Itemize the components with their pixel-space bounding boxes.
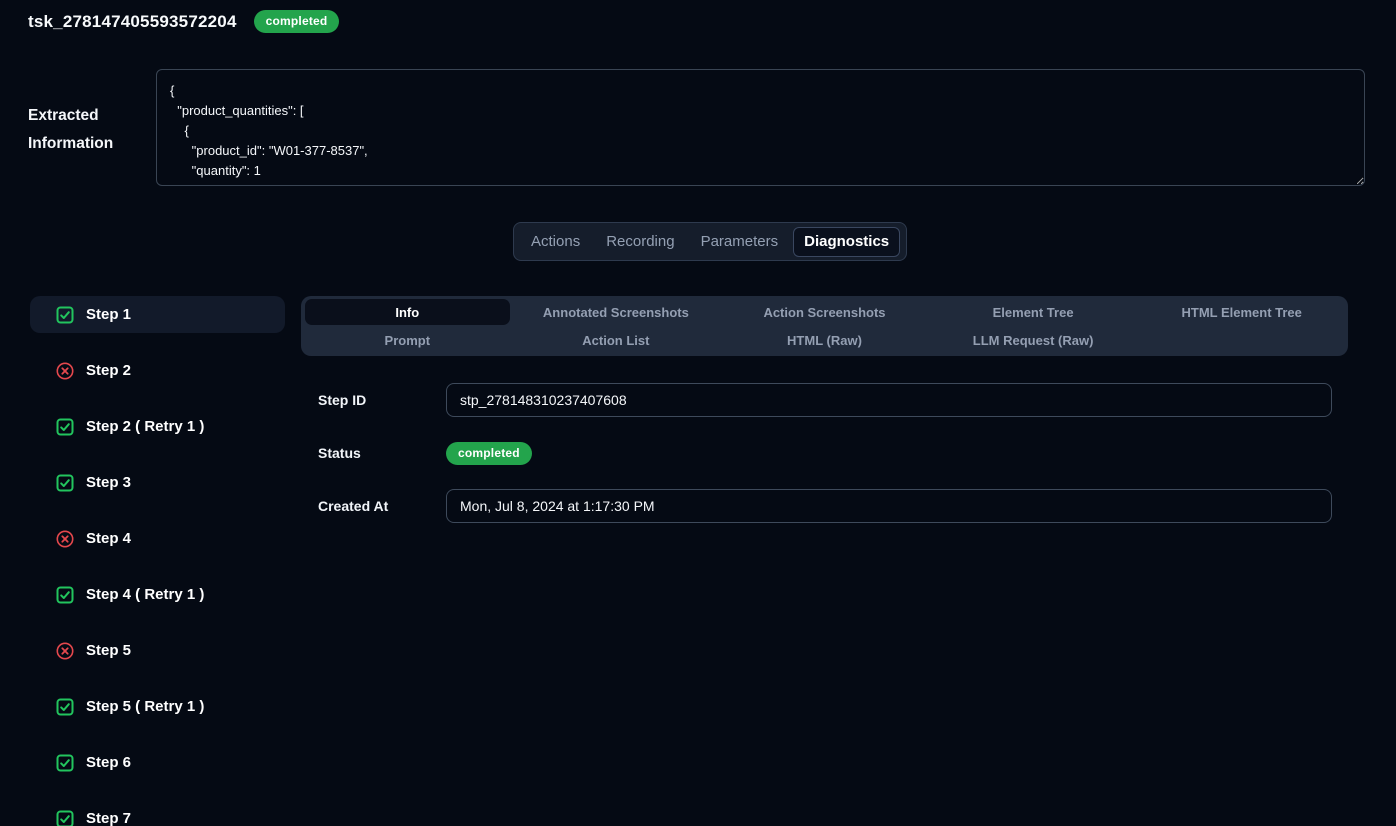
step-item-7[interactable]: Step 7 <box>30 800 285 826</box>
step-status-badge: completed <box>446 442 532 465</box>
step-label: Step 5 ( Retry 1 ) <box>86 698 204 715</box>
step-id-row: Step ID <box>318 383 1332 417</box>
page-header: tsk_278147405593572204 completed <box>28 10 339 33</box>
subtab-element-tree[interactable]: Element Tree <box>931 299 1136 325</box>
tab-actions[interactable]: Actions <box>520 227 591 257</box>
step-id-label: Step ID <box>318 392 446 408</box>
step-label: Step 1 <box>86 306 131 323</box>
step-item-4-retry-1[interactable]: Step 4 ( Retry 1 ) <box>30 576 285 613</box>
subtab-llm-request-raw[interactable]: LLM Request (Raw) <box>931 327 1136 353</box>
check-square-icon <box>56 474 74 492</box>
tab-recording[interactable]: Recording <box>595 227 685 257</box>
step-label: Step 2 ( Retry 1 ) <box>86 418 204 435</box>
diagnostics-tab-bar: Info Annotated Screenshots Action Screen… <box>301 296 1348 356</box>
task-diagnostics-page: tsk_278147405593572204 completed Extract… <box>0 0 1396 826</box>
extracted-info-textarea[interactable]: { "product_quantities": [ { "product_id"… <box>156 69 1365 186</box>
step-label: Step 2 <box>86 362 131 379</box>
step-id-input[interactable] <box>446 383 1332 417</box>
extracted-info-label: Extracted Information <box>28 102 148 158</box>
task-id-title: tsk_278147405593572204 <box>28 12 237 32</box>
tab-parameters[interactable]: Parameters <box>690 227 790 257</box>
task-status-badge: completed <box>254 10 340 33</box>
step-item-4[interactable]: Step 4 <box>30 520 285 557</box>
subtab-empty-cell <box>1139 327 1344 353</box>
step-label: Step 4 ( Retry 1 ) <box>86 586 204 603</box>
status-label: Status <box>318 445 446 461</box>
status-row: Status completed <box>318 436 1332 470</box>
main-tab-bar: Actions Recording Parameters Diagnostics <box>513 222 907 261</box>
step-item-2[interactable]: Step 2 <box>30 352 285 389</box>
check-square-icon <box>56 418 74 436</box>
step-item-5-retry-1[interactable]: Step 5 ( Retry 1 ) <box>30 688 285 725</box>
subtab-action-screenshots[interactable]: Action Screenshots <box>722 299 927 325</box>
created-at-input[interactable] <box>446 489 1332 523</box>
step-item-1[interactable]: Step 1 <box>30 296 285 333</box>
step-item-5[interactable]: Step 5 <box>30 632 285 669</box>
step-list: Step 1 Step 2 Step 2 ( Retry 1 ) Step 3 <box>30 296 285 826</box>
step-item-2-retry-1[interactable]: Step 2 ( Retry 1 ) <box>30 408 285 445</box>
subtab-action-list[interactable]: Action List <box>514 327 719 353</box>
step-label: Step 3 <box>86 474 131 491</box>
check-square-icon <box>56 586 74 604</box>
x-circle-icon <box>56 362 74 380</box>
subtab-html-element-tree[interactable]: HTML Element Tree <box>1139 299 1344 325</box>
step-label: Step 5 <box>86 642 131 659</box>
step-item-6[interactable]: Step 6 <box>30 744 285 781</box>
step-label: Step 6 <box>86 754 131 771</box>
x-circle-icon <box>56 642 74 660</box>
step-info-panel: Step ID Status completed Created At <box>318 383 1332 523</box>
check-square-icon <box>56 810 74 826</box>
step-item-3[interactable]: Step 3 <box>30 464 285 501</box>
subtab-prompt[interactable]: Prompt <box>305 327 510 353</box>
x-circle-icon <box>56 530 74 548</box>
check-square-icon <box>56 754 74 772</box>
created-at-row: Created At <box>318 489 1332 523</box>
step-label: Step 7 <box>86 810 131 826</box>
tab-diagnostics[interactable]: Diagnostics <box>793 227 900 257</box>
check-square-icon <box>56 306 74 324</box>
subtab-html-raw[interactable]: HTML (Raw) <box>722 327 927 353</box>
subtab-info[interactable]: Info <box>305 299 510 325</box>
subtab-annotated-screenshots[interactable]: Annotated Screenshots <box>514 299 719 325</box>
step-label: Step 4 <box>86 530 131 547</box>
check-square-icon <box>56 698 74 716</box>
created-at-label: Created At <box>318 498 446 514</box>
